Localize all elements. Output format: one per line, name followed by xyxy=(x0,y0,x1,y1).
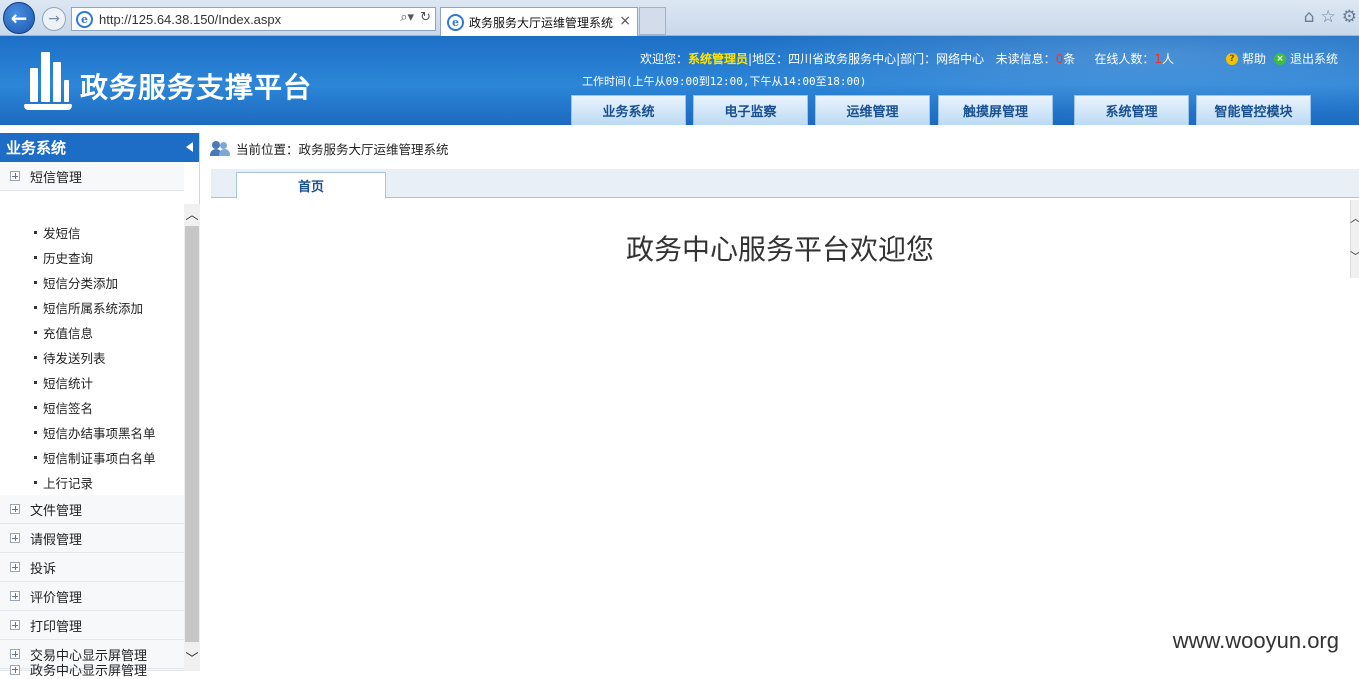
sidebar-item-recharge[interactable]: 充值信息 xyxy=(34,320,93,345)
expand-icon[interactable] xyxy=(10,504,20,514)
search-icon[interactable]: ⌕▾ xyxy=(400,10,414,25)
sidebar-item-signature[interactable]: 短信签名 xyxy=(34,395,93,420)
arrow-left-icon: ← xyxy=(10,6,28,30)
watermark: www.wooyun.org xyxy=(1172,628,1339,653)
sidebar-group-sms[interactable]: 短信管理 xyxy=(0,162,184,191)
app-header: 政务服务支撑平台 欢迎您：系统管理员|地区：四川省政务服务中心|部门：网络中心 … xyxy=(0,36,1359,125)
content-scrollbar[interactable]: ︿ ﹀ xyxy=(1350,200,1359,278)
sidebar-item-category-add[interactable]: 短信分类添加 xyxy=(34,270,118,295)
ie-logo-icon: e xyxy=(76,10,93,28)
chevron-up-icon[interactable]: ︿ xyxy=(1350,210,1359,226)
url-text[interactable]: http://125.64.38.150/Index.aspx xyxy=(99,12,281,27)
new-tab-button[interactable] xyxy=(639,7,666,35)
sidebar-group-complaints[interactable]: 投诉 xyxy=(0,553,184,582)
expand-icon[interactable] xyxy=(10,533,20,543)
close-tab-icon[interactable]: × xyxy=(619,13,631,29)
tab-home[interactable]: 首页 xyxy=(236,172,386,199)
sidebar-item-whitelist[interactable]: 短信制证事项白名单 xyxy=(34,445,156,470)
tab-system-management[interactable]: 系统管理 xyxy=(1074,95,1189,125)
work-hours: 工作时间(上午从09:00到12:00,下午从14:00至18:00) xyxy=(582,75,867,88)
collapse-left-icon[interactable] xyxy=(186,142,193,152)
chevron-down-icon[interactable]: ﹀ xyxy=(184,648,200,668)
logout-link[interactable]: × 退出系统 xyxy=(1274,50,1338,67)
sidebar-group-leave[interactable]: 请假管理 xyxy=(0,524,184,553)
sidebar-item-send-sms[interactable]: 发短信 xyxy=(34,220,81,245)
sidebar-group-files[interactable]: 文件管理 xyxy=(0,495,184,524)
refresh-icon[interactable]: ↻ xyxy=(420,10,431,25)
star-icon[interactable]: ☆ xyxy=(1321,7,1336,27)
expand-icon[interactable] xyxy=(10,591,20,601)
browser-chrome: ← → e http://125.64.38.150/Index.aspx ⌕▾… xyxy=(0,0,1359,36)
back-button[interactable]: ← xyxy=(3,2,35,34)
tab-smart-control[interactable]: 智能管控模块 xyxy=(1196,95,1311,125)
tab-touchscreen[interactable]: 触摸屏管理 xyxy=(938,95,1053,125)
expand-icon[interactable] xyxy=(10,171,20,181)
tab-electronic-supervision[interactable]: 电子监察 xyxy=(693,95,808,125)
user-info: 欢迎您：系统管理员|地区：四川省政务服务中心|部门：网络中心 未读信息：0条 在… xyxy=(640,52,1174,66)
welcome-message: 政务中心服务平台欢迎您 xyxy=(625,233,934,266)
sidebar-item-history[interactable]: 历史查询 xyxy=(34,245,93,270)
help-icon: ? xyxy=(1226,52,1238,65)
user-name: 系统管理员 xyxy=(688,52,749,66)
sidebar: 业务系统 ︿ ﹀ 短信管理 发短信 历史查询 短信分类添加 短信所属系统添加 充… xyxy=(0,133,200,679)
forward-button[interactable]: → xyxy=(42,7,66,31)
help-link[interactable]: ? 帮助 xyxy=(1226,50,1266,67)
sidebar-header: 业务系统 xyxy=(0,133,199,162)
sidebar-group-evaluation[interactable]: 评价管理 xyxy=(0,582,184,611)
app-title: 政务服务支撑平台 xyxy=(80,71,313,104)
online-count: 1 xyxy=(1154,52,1162,66)
expand-icon[interactable] xyxy=(10,664,20,675)
sidebar-item-pending[interactable]: 待发送列表 xyxy=(34,345,106,370)
expand-icon[interactable] xyxy=(10,620,20,630)
sidebar-item-system-add[interactable]: 短信所属系统添加 xyxy=(34,295,143,320)
sidebar-item-uplink[interactable]: 上行记录 xyxy=(34,470,93,495)
expand-icon[interactable] xyxy=(10,562,20,572)
expand-icon[interactable] xyxy=(10,649,20,659)
sidebar-group-printing[interactable]: 打印管理 xyxy=(0,611,184,640)
gear-icon[interactable]: ⚙ xyxy=(1342,7,1357,27)
building-logo-icon xyxy=(24,48,72,110)
logout-icon: × xyxy=(1274,52,1286,65)
home-icon[interactable]: ⌂ xyxy=(1304,7,1315,27)
sidebar-item-statistics[interactable]: 短信统计 xyxy=(34,370,93,395)
address-bar[interactable]: e http://125.64.38.150/Index.aspx ⌕▾ ↻ xyxy=(71,7,436,31)
ie-logo-icon: e xyxy=(447,13,464,31)
sidebar-item-blacklist[interactable]: 短信办结事项黑名单 xyxy=(34,420,156,445)
arrow-right-icon: → xyxy=(48,11,60,27)
browser-tab[interactable]: e 政务服务大厅运维管理系统 × xyxy=(440,7,638,36)
tab-title: 政务服务大厅运维管理系统 xyxy=(469,15,614,30)
tab-business-system[interactable]: 业务系统 xyxy=(571,95,686,125)
chevron-up-icon[interactable]: ︿ xyxy=(184,204,200,224)
breadcrumb: 当前位置：政务服务大厅运维管理系统 xyxy=(210,137,449,159)
users-icon xyxy=(210,140,230,156)
chevron-down-icon[interactable]: ﹀ xyxy=(1350,248,1359,264)
tab-operations[interactable]: 运维管理 xyxy=(815,95,930,125)
sidebar-scroll-thumb[interactable] xyxy=(185,226,199,642)
